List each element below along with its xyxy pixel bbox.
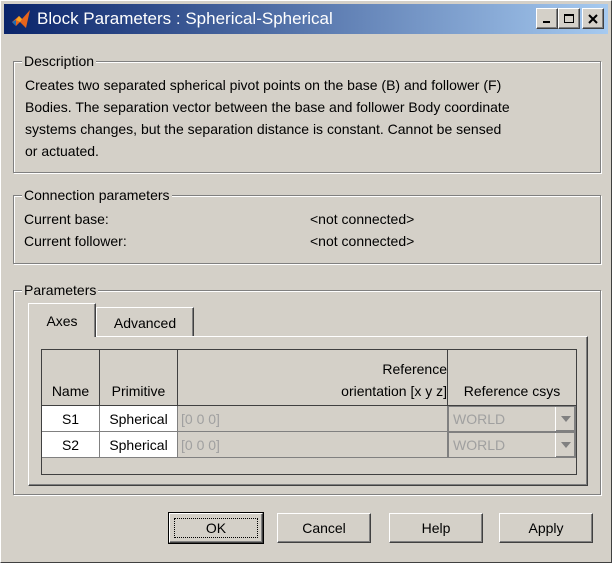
row1-csys-select[interactable]: WORLD (448, 406, 576, 432)
matlab-logo-icon (12, 10, 30, 28)
description-line: Bodies. The separation vector between th… (25, 99, 510, 115)
header-name: Name (42, 350, 100, 406)
description-group: Description Creates two separated spheri… (13, 53, 601, 173)
help-button[interactable]: Help (389, 513, 483, 543)
row1-name: S1 (42, 406, 100, 432)
axes-table[interactable]: Name Primitive Reference orientation [x … (41, 349, 577, 475)
description-line: systems changes, but the separation dist… (25, 121, 502, 137)
description-text: Creates two separated spherical pivot po… (25, 74, 585, 162)
header-csys: Reference csys (448, 350, 576, 406)
minimize-button[interactable] (536, 8, 558, 29)
row1-primitive[interactable]: Spherical (100, 406, 178, 432)
dropdown-arrow-icon (560, 416, 571, 422)
current-follower-label: Current follower: (24, 233, 127, 249)
row1-csys-value: WORLD (453, 411, 506, 427)
cancel-button[interactable]: Cancel (277, 513, 371, 543)
tab-advanced-label: Advanced (113, 314, 177, 331)
current-base-label: Current base: (24, 211, 109, 227)
maximize-button[interactable] (558, 8, 580, 29)
focus-indicator (174, 518, 258, 538)
cancel-button-label: Cancel (302, 520, 346, 536)
row2-csys-value: WORLD (453, 437, 506, 453)
connection-legend: Connection parameters (22, 187, 172, 203)
window-title: Block Parameters : Spherical-Spherical (37, 9, 333, 28)
tab-axes-label: Axes (46, 312, 78, 329)
tab-advanced[interactable]: Advanced (96, 307, 194, 337)
header-orientation-line2: orientation [x y z] (341, 383, 447, 399)
ok-button[interactable]: OK (168, 512, 264, 544)
description-line: Creates two separated spherical pivot po… (25, 77, 502, 93)
row2-name: S2 (42, 432, 100, 458)
tab-axes[interactable]: Axes (28, 303, 96, 337)
apply-button-label: Apply (528, 520, 564, 536)
description-line: or actuated. (25, 143, 99, 159)
current-follower-value: <not connected> (310, 233, 415, 249)
minimize-icon (543, 20, 550, 23)
close-button[interactable] (582, 8, 604, 29)
dialog-window: Block Parameters : Spherical-Spherical D… (0, 0, 612, 563)
parameters-group: Parameters Axes Advanced Name Primitive … (13, 282, 601, 495)
header-orientation: Reference orientation [x y z] (178, 350, 448, 406)
current-base-value: <not connected> (310, 211, 415, 227)
maximize-icon (564, 13, 574, 23)
description-legend: Description (22, 53, 97, 69)
header-primitive: Primitive (100, 350, 178, 406)
axes-tab-panel: Name Primitive Reference orientation [x … (28, 336, 588, 486)
row1-orientation-field[interactable]: [0 0 0] (178, 406, 448, 432)
dropdown-arrow-icon (560, 442, 571, 448)
row2-csys-dropdown[interactable] (555, 433, 575, 457)
row2-primitive[interactable]: Spherical (100, 432, 178, 458)
title-bar[interactable]: Block Parameters : Spherical-Spherical (4, 4, 608, 34)
apply-button[interactable]: Apply (499, 513, 593, 543)
row2-csys-select[interactable]: WORLD (448, 432, 576, 458)
close-icon (588, 13, 598, 24)
help-button-label: Help (421, 520, 451, 536)
row2-orientation-field[interactable]: [0 0 0] (178, 432, 448, 458)
connection-group: Connection parameters Current base: <not… (13, 187, 601, 264)
header-orientation-line1: Reference (382, 361, 447, 377)
row1-csys-dropdown[interactable] (555, 407, 575, 431)
parameters-legend: Parameters (22, 282, 99, 298)
